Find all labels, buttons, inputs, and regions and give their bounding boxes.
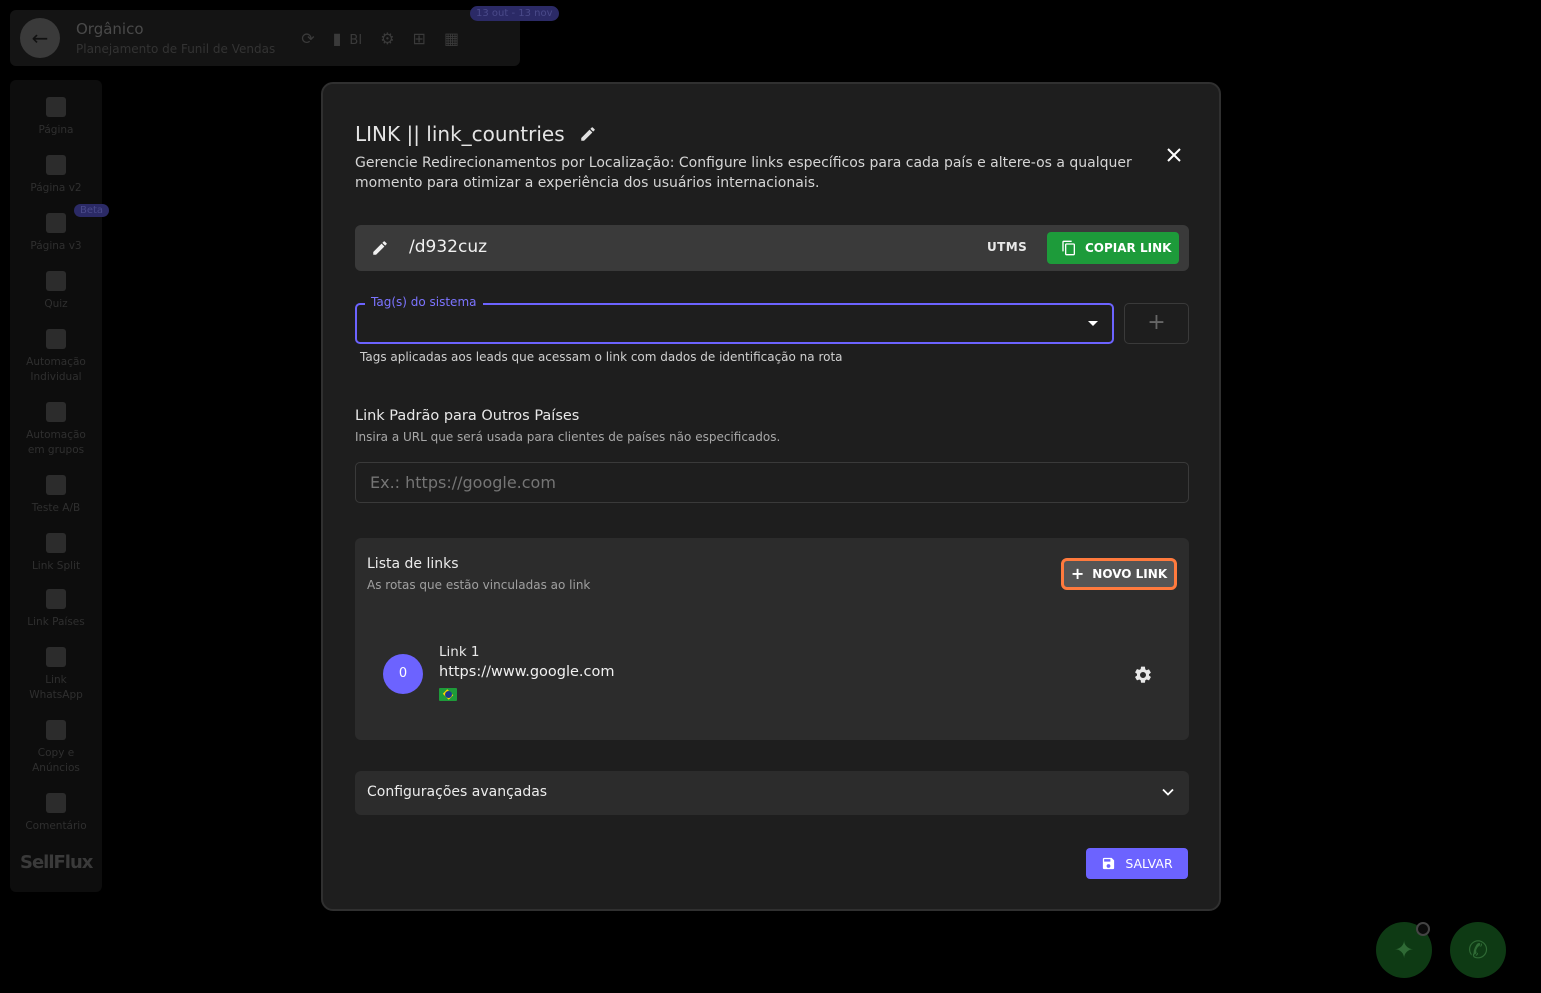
sidebar-item-automacao-grupos[interactable]: Automação em grupos: [10, 402, 102, 458]
funnel-header: Orgânico Planejamento de Funil de Vendas: [76, 20, 275, 56]
gear-icon[interactable]: ⚙: [380, 29, 394, 48]
sidebar-item-quiz[interactable]: Quiz: [10, 271, 102, 312]
top-bar-actions: ⟳ ▮ BI ⚙ ⊞ ▦: [301, 29, 459, 48]
link-path: /d932cuz: [409, 237, 488, 257]
edit-link-icon[interactable]: [371, 239, 389, 257]
page-icon: [46, 97, 66, 117]
sidebar-item-teste-ab[interactable]: Teste A/B: [10, 475, 102, 516]
sidebar-item-link-paises[interactable]: Link Países: [10, 589, 102, 630]
modal-description: Gerencie Redirecionamentos por Localizaç…: [355, 155, 1132, 191]
copy-link-button[interactable]: COPIAR LINK: [1047, 232, 1179, 264]
add-tag-button[interactable]: +: [1124, 303, 1189, 344]
brazil-flag-icon: [439, 688, 457, 701]
plus-icon: +: [1070, 564, 1085, 583]
gear-clock-icon: [46, 329, 66, 349]
default-link-title: Link Padrão para Outros Países: [355, 408, 580, 424]
sellflux-logo: SellFlux: [20, 852, 93, 873]
sidebar-item-link-whatsapp[interactable]: Link WhatsApp: [10, 647, 102, 703]
beta-badge: Beta: [74, 204, 110, 217]
advanced-settings-label: Configurações avançadas: [367, 784, 548, 800]
ticket-icon: [46, 720, 66, 740]
chevron-down-icon: [1162, 788, 1174, 796]
funnel-subtitle: Planejamento de Funil de Vendas: [76, 42, 276, 56]
save-label: SALVAR: [1125, 856, 1173, 871]
close-icon: [1167, 148, 1181, 162]
bar-chart-icon[interactable]: ▮ BI: [333, 29, 363, 48]
sidebar-item-pagina[interactable]: Página: [10, 97, 102, 138]
bi-label: BI: [349, 32, 363, 48]
add-icon[interactable]: ⊞: [413, 29, 426, 48]
link-name: Link 1: [439, 644, 480, 660]
link-index-avatar: 0: [383, 654, 423, 694]
copy-icon: [1062, 240, 1075, 256]
modal-title-text: LINK || link_countries: [355, 122, 565, 146]
date-range-badge[interactable]: 13 out - 13 nov: [470, 6, 559, 21]
copy-icon: [46, 271, 66, 291]
link-url: https://www.google.com: [439, 664, 615, 680]
default-link-input[interactable]: [355, 462, 1189, 503]
whatsapp-button[interactable]: ✆: [1450, 922, 1506, 978]
advanced-settings-accordion[interactable]: Configurações avançadas: [355, 771, 1189, 815]
refresh-icon: [46, 402, 66, 422]
link-countries-modal: LINK || link_countries Gerencie Redireci…: [321, 82, 1221, 911]
left-sidebar: Página Página v2 Página v3 Quiz Automaçã…: [10, 80, 110, 892]
clipboard-icon: [46, 155, 66, 175]
notification-dot: [1416, 922, 1430, 936]
sidebar-item-copy-anuncios[interactable]: Copy e Anúncios: [10, 720, 102, 776]
plus-icon: +: [1147, 310, 1166, 335]
new-link-button[interactable]: + NOVO LINK: [1061, 558, 1177, 590]
sidebar-item-pagina-v3[interactable]: Página v3: [10, 213, 102, 254]
system-tags-label: Tag(s) do sistema: [365, 295, 483, 309]
tags-help-text: Tags aplicadas aos leads que acessam o l…: [360, 350, 843, 364]
whatsapp-icon: ✆: [1467, 936, 1489, 964]
default-link-subtitle: Insira a URL que será usada para cliente…: [355, 430, 781, 444]
globe-icon: [46, 589, 66, 609]
sparkles-icon: ✦: [1393, 936, 1415, 964]
back-button[interactable]: ←: [20, 18, 60, 58]
comment-icon: [46, 793, 66, 813]
clipboard-icon: [46, 213, 66, 233]
save-button[interactable]: SALVAR: [1086, 848, 1188, 879]
sidebar-item-comentario[interactable]: Comentário: [10, 793, 102, 834]
modal-title: LINK || link_countries: [355, 122, 597, 146]
utms-button[interactable]: UTMS: [987, 240, 1027, 254]
funnel-title: Orgânico: [76, 20, 144, 38]
calendar-icon[interactable]: ▦: [444, 29, 459, 48]
top-bar: ← Orgânico Planejamento de Funil de Vend…: [10, 10, 520, 66]
sidebar-item-automacao-individual[interactable]: Automação Individual: [10, 329, 102, 385]
link-bar: /d932cuz UTMS COPIAR LINK: [355, 225, 1189, 271]
links-list-subtitle: As rotas que estão vinculadas ao link: [367, 578, 591, 592]
refresh-icon[interactable]: ⟳: [301, 29, 314, 48]
close-button[interactable]: [1163, 144, 1185, 166]
link-icon: [46, 533, 66, 553]
fork-icon: [46, 647, 66, 667]
sidebar-item-pagina-v2[interactable]: Página v2: [10, 155, 102, 196]
flask-icon: [46, 475, 66, 495]
links-list-title: Lista de links: [367, 556, 459, 572]
copy-link-label: COPIAR LINK: [1085, 241, 1172, 255]
caret-down-icon: [1088, 321, 1098, 326]
edit-title-icon[interactable]: [579, 125, 597, 143]
links-list-panel: Lista de links As rotas que estão vincul…: [355, 538, 1189, 740]
arrow-left-icon: ←: [31, 26, 49, 50]
save-icon: [1103, 857, 1115, 870]
sidebar-item-link-split[interactable]: Link Split: [10, 533, 102, 574]
new-link-label: NOVO LINK: [1092, 567, 1168, 581]
gear-icon[interactable]: [1133, 665, 1153, 685]
system-tags-select[interactable]: Tag(s) do sistema: [355, 295, 1114, 344]
